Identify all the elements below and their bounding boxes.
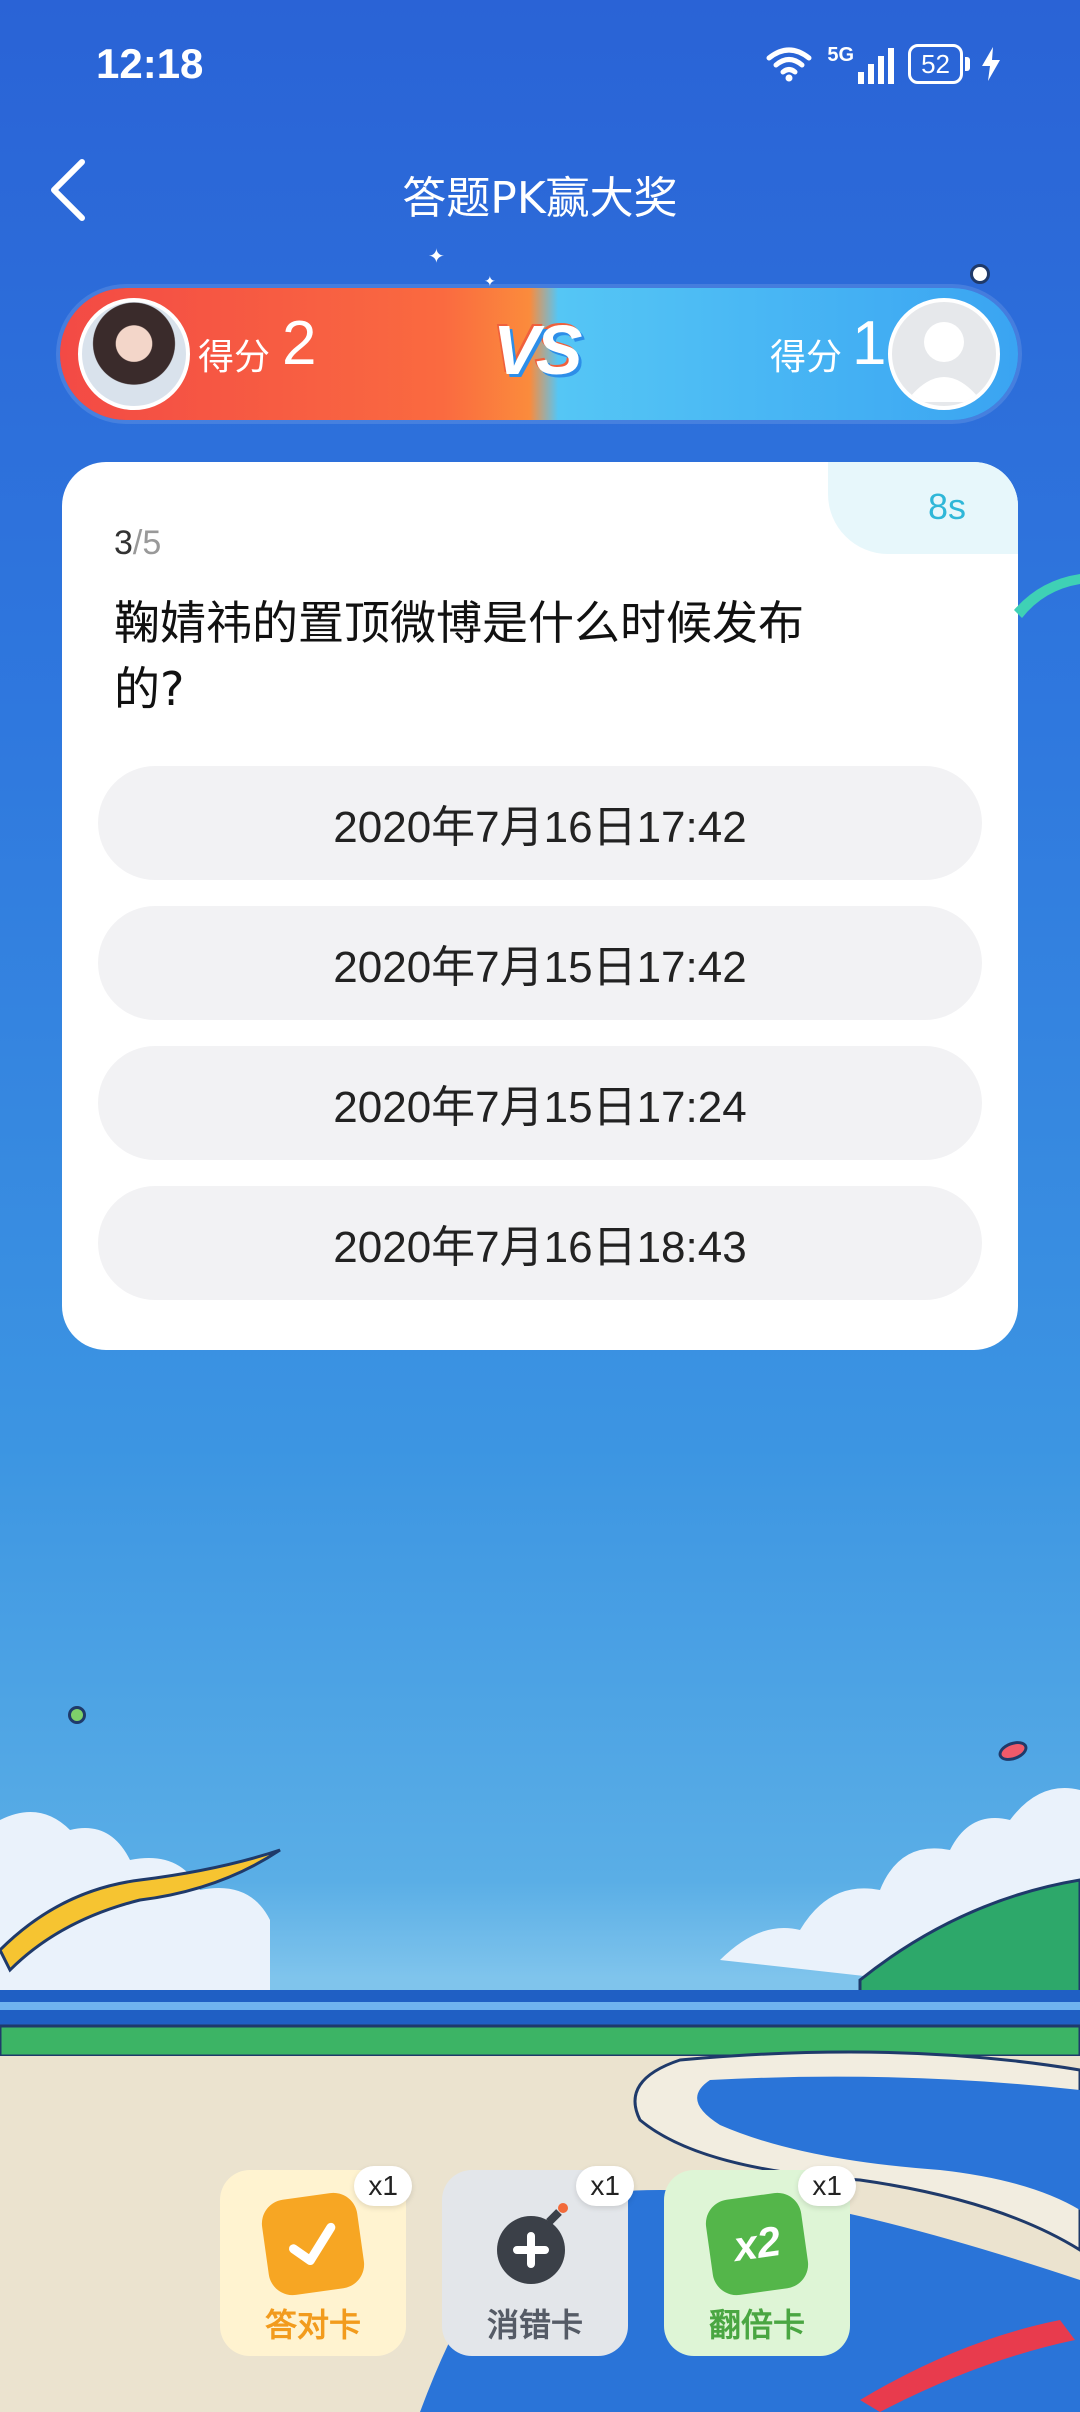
current-question-number: 3 <box>114 524 133 562</box>
sparkle-decoration: ✦ <box>428 244 445 268</box>
opponent-score: 1 <box>852 309 887 378</box>
network-icon: 5G <box>827 44 895 84</box>
network-type: 5G <box>827 44 855 66</box>
pk-score-bar: 得分 2 VS 得分 1 <box>60 288 1018 420</box>
dot-decoration <box>995 1737 1031 1765</box>
status-bar: 12:18 5G 52 <box>0 0 1080 130</box>
powerup-count: x1 <box>576 2166 634 2206</box>
question-text: 鞠婧祎的置顶微博是什么时候发布的? <box>114 596 804 716</box>
wifi-icon <box>766 47 812 82</box>
question-progress: 3/5 <box>114 524 161 563</box>
player-score-label: 得分 <box>198 337 271 378</box>
bomb-icon <box>487 2196 583 2292</box>
powerup-count: x1 <box>798 2166 856 2206</box>
answer-options: 2020年7月16日17:42 2020年7月15日17:42 2020年7月1… <box>98 766 982 1326</box>
countdown-timer: 8s <box>927 486 966 527</box>
app-screen: 12:18 5G 52 答题PK赢大奖 ✦ ✦ 得分 2 VS 得分 1 8s … <box>0 0 1080 2412</box>
battery-icon: 52 <box>908 44 1000 84</box>
vs-label: VS <box>493 311 582 389</box>
powerup-remove-wrong-card[interactable]: 消错卡 x1 <box>442 2166 634 2356</box>
powerup-label: 消错卡 <box>486 2306 583 2344</box>
player-score: 2 <box>282 309 317 378</box>
total-questions: /5 <box>132 524 162 562</box>
header: 答题PK赢大奖 <box>0 140 1080 240</box>
timer-tab: 8s <box>828 462 1018 554</box>
answer-option-4[interactable]: 2020年7月16日18:43 <box>98 1186 982 1300</box>
powerup-count: x1 <box>354 2166 412 2206</box>
dot-decoration <box>970 264 990 284</box>
double-score-icon: x2 <box>702 2189 812 2299</box>
powerup-double-card[interactable]: x2 翻倍卡 x1 <box>664 2166 856 2356</box>
player-avatar <box>78 298 190 410</box>
opponent-score-label: 得分 <box>770 337 843 378</box>
powerup-label: 翻倍卡 <box>708 2306 805 2344</box>
page-title: 答题PK赢大奖 <box>402 173 678 224</box>
answer-option-1[interactable]: 2020年7月16日17:42 <box>98 766 982 880</box>
ribbon-decoration <box>1014 574 1080 618</box>
answer-option-3[interactable]: 2020年7月15日17:24 <box>98 1046 982 1160</box>
dot-decoration <box>68 1706 86 1724</box>
question-card: 8s 3/5 鞠婧祎的置顶微博是什么时候发布的? 2020年7月16日17:42… <box>62 462 1018 1350</box>
charging-icon <box>982 47 1000 81</box>
status-icons: 5G 52 <box>765 42 1000 86</box>
powerup-label: 答对卡 <box>264 2306 361 2344</box>
battery-level: 52 <box>908 44 963 84</box>
powerup-correct-card[interactable]: 答对卡 x1 <box>220 2166 412 2356</box>
default-avatar-icon <box>906 322 982 402</box>
checkmark-icon <box>258 2189 368 2299</box>
powerup-bar: 答对卡 x1 消错卡 x1 x2 翻倍卡 x1 <box>220 2166 860 2360</box>
answer-option-2[interactable]: 2020年7月15日17:42 <box>98 906 982 1020</box>
opponent-avatar <box>888 298 1000 410</box>
status-time: 12:18 <box>96 40 204 87</box>
